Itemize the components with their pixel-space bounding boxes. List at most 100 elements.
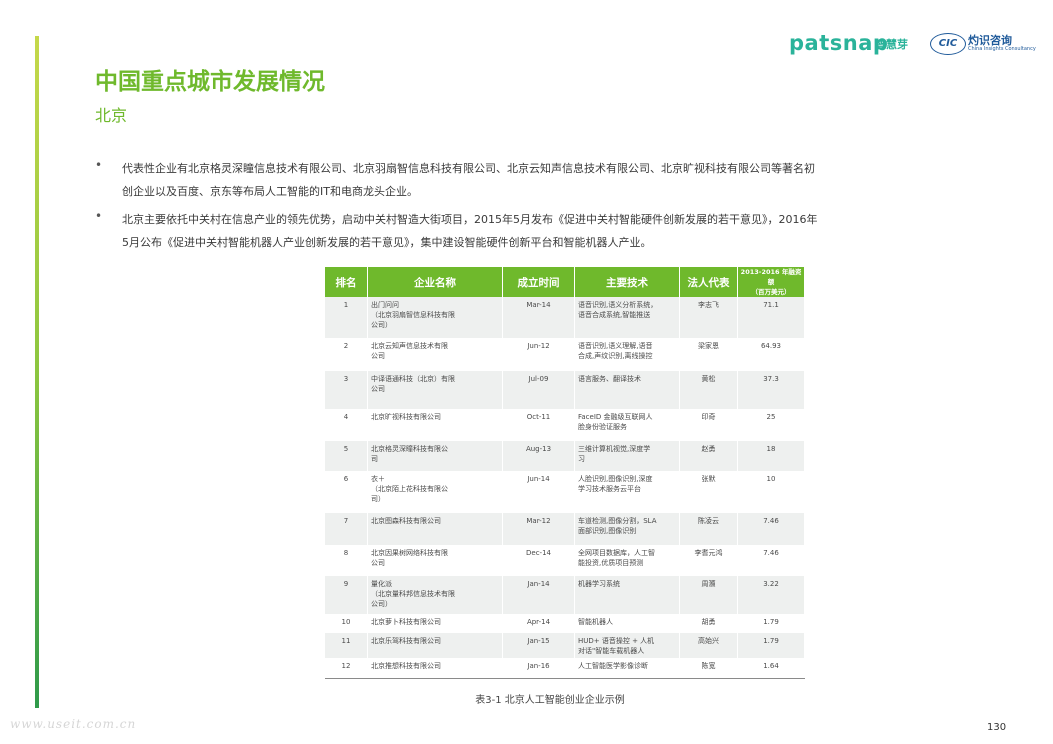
cell-legal-rep: 李耆元鸿 xyxy=(679,545,738,576)
table-row: 1 出门问问 （北京羽扇智信息科技有限 公司） Mar-14 语音识别,语义分析系统， 语音… xyxy=(325,297,805,338)
technology-line: 语言服务、翻译技术 xyxy=(578,375,641,383)
cell-technology: 车道检测,图像分割，SLA 面部识别,图像识别 xyxy=(574,513,680,545)
cell-funding: 7.46 xyxy=(737,545,805,576)
cic-logo: CIC xyxy=(930,33,966,55)
cell-rank: 10 xyxy=(325,614,368,633)
page-title: 中国重点城市发展情况 xyxy=(95,69,325,95)
technology-line: 学习技术服务云平台 xyxy=(578,485,641,493)
cell-technology: 人脸识别,图像识别,深度 学习技术服务云平台 xyxy=(574,471,680,513)
cell-rank: 3 xyxy=(325,371,368,409)
cell-founded: Jun-14 xyxy=(502,471,575,513)
company-name-line: 公司 xyxy=(371,559,385,567)
cell-technology: 三维计算机视觉,深度学习 xyxy=(574,441,680,471)
bullet-item: • 代表性企业有北京格灵深瞳信息技术有限公司、北京羽扇智信息科技有限公司、北京云… xyxy=(95,157,925,203)
cell-legal-rep: 陈宽 xyxy=(679,658,738,679)
cell-technology: HUD+ 语音操控 + 人机 对话"智能车载机器人 xyxy=(574,633,680,658)
bullet-line: 北京主要依托中关村在信息产业的领先优势，启动中关村智造大街项目，2015年5月发… xyxy=(122,213,818,226)
bullet-line: 创企业以及百度、京东等布局人工智能的IT和电商龙头企业。 xyxy=(122,185,418,198)
cell-company-name: 北京因果树网络科技有限 公司 xyxy=(367,545,503,576)
cell-founded: Aug-13 xyxy=(502,441,575,471)
company-name-line: 北京图森科技有限公司 xyxy=(371,517,441,525)
cell-founded: Jan-15 xyxy=(502,633,575,658)
company-name-line: 北京云知声信息技术有限 xyxy=(371,342,448,350)
cell-founded: Jan-16 xyxy=(502,658,575,679)
cell-company-name: 量化派 （北京量科邦信息技术有限 公司） xyxy=(367,576,503,614)
bullet-list: • 代表性企业有北京格灵深瞳信息技术有限公司、北京羽扇智信息科技有限公司、北京云… xyxy=(95,157,925,259)
table-row: 7 北京图森科技有限公司 Mar-12 车道检测,图像分割，SLA 面部识别,图像识别 陈… xyxy=(325,513,805,545)
company-name-line: 北京旷视科技有限公司 xyxy=(371,413,441,421)
cell-founded: Jun-12 xyxy=(502,338,575,371)
table-row: 4 北京旷视科技有限公司 Oct-11 FaceID 金融级互联网人 脸身份验证服务 印奇… xyxy=(325,409,805,441)
technology-line: 智能机器人 xyxy=(578,618,613,626)
company-name-line: 司 xyxy=(371,455,378,463)
technology-line: 习 xyxy=(578,455,585,463)
cell-legal-rep: 高始兴 xyxy=(679,633,738,658)
technology-line: FaceID 金融级互联网人 xyxy=(578,413,653,421)
company-name-line: 公司 xyxy=(371,385,385,393)
watermark: www.useit.com.cn xyxy=(10,717,137,731)
cell-rank: 1 xyxy=(325,297,368,338)
table-row: 9 量化派 （北京量科邦信息技术有限 公司） Jan-14 机器学习系统 周灝 3.22 xyxy=(325,576,805,614)
cell-company-name: 北京萝卜科技有限公司 xyxy=(367,614,503,633)
cell-funding: 1.64 xyxy=(737,658,805,679)
header-date: 成立时间 xyxy=(502,267,575,297)
table-row: 12 北京推想科技有限公司 Jan-16 人工智能医学影像诊断 陈宽 1.64 xyxy=(325,658,805,679)
technology-line: 全网项目数据库，人工智 xyxy=(578,549,655,557)
cic-logo-en: China Insights Consultancy xyxy=(968,46,1036,52)
cell-founded: Mar-14 xyxy=(502,297,575,338)
technology-line: 语音合成系统,智能推送 xyxy=(578,311,651,319)
cell-legal-rep: 赵勇 xyxy=(679,441,738,471)
cell-funding: 71.1 xyxy=(737,297,805,338)
table-row: 3 中译语通科技（北京）有限 公司 Jul-09 语言服务、翻译技术 黄松 37.3 xyxy=(325,371,805,409)
patsnap-logo-cn: 智慧芽 xyxy=(875,38,908,51)
technology-line: 三维计算机视觉,深度学 xyxy=(578,445,651,453)
cell-company-name: 北京云知声信息技术有限 公司 xyxy=(367,338,503,371)
cell-funding: 10 xyxy=(737,471,805,513)
technology-line: 脸身份验证服务 xyxy=(578,423,627,431)
table-row: 6 衣＋ （北京陌上花科技有限公 司） Jun-14 人脸识别,图像识别,深度 学习技术服务… xyxy=(325,471,805,513)
cell-legal-rep: 张默 xyxy=(679,471,738,513)
cell-rank: 4 xyxy=(325,409,368,441)
technology-line: 能投资,优质项目预测 xyxy=(578,559,644,567)
table-row: 2 北京云知声信息技术有限 公司 Jun-12 语音识别,语义理解,语音 合成,声纹识别,… xyxy=(325,338,805,371)
table-row: 10 北京萝卜科技有限公司 Apr-14 智能机器人 胡勇 1.79 xyxy=(325,614,805,633)
company-name-line: 出门问问 xyxy=(371,301,399,309)
cell-company-name: 衣＋ （北京陌上花科技有限公 司） xyxy=(367,471,503,513)
technology-line: 对话"智能车载机器人 xyxy=(578,647,645,655)
cell-legal-rep: 胡勇 xyxy=(679,614,738,633)
cell-rank: 9 xyxy=(325,576,368,614)
technology-line: 面部识别,图像识别 xyxy=(578,527,637,535)
cell-founded: Dec-14 xyxy=(502,545,575,576)
technology-line: 人脸识别,图像识别,深度 xyxy=(578,475,653,483)
table-body: 1 出门问问 （北京羽扇智信息科技有限 公司） Mar-14 语音识别,语义分析系统， 语音… xyxy=(325,297,805,679)
cell-legal-rep: 李志飞 xyxy=(679,297,738,338)
table-row: 11 北京乐驾科技有限公司 Jan-15 HUD+ 语音操控 + 人机 对话"智能车载机… xyxy=(325,633,805,658)
technology-line: 车道检测,图像分割，SLA xyxy=(578,517,657,525)
patsnap-logo: patsnap xyxy=(789,31,889,55)
cell-rank: 6 xyxy=(325,471,368,513)
cell-founded: Mar-12 xyxy=(502,513,575,545)
bullet-dot: • xyxy=(95,209,103,223)
table-header-row: 排名 企业名称 成立时间 主要技术 法人代表 2013-2016 年融资额 （百… xyxy=(325,267,805,297)
company-name-line: （北京量科邦信息技术有限 xyxy=(371,590,455,598)
cell-funding: 25 xyxy=(737,409,805,441)
cell-funding: 1.79 xyxy=(737,633,805,658)
startup-table: 排名 企业名称 成立时间 主要技术 法人代表 2013-2016 年融资额 （百… xyxy=(325,267,805,679)
technology-line: 语音识别,语义分析系统， xyxy=(578,301,658,309)
cell-company-name: 北京图森科技有限公司 xyxy=(367,513,503,545)
cell-funding: 1.79 xyxy=(737,614,805,633)
technology-line: HUD+ 语音操控 + 人机 xyxy=(578,637,655,645)
cell-funding: 37.3 xyxy=(737,371,805,409)
cell-rank: 11 xyxy=(325,633,368,658)
cell-founded: Oct-11 xyxy=(502,409,575,441)
cell-company-name: 北京乐驾科技有限公司 xyxy=(367,633,503,658)
cell-company-name: 北京推想科技有限公司 xyxy=(367,658,503,679)
cell-technology: FaceID 金融级互联网人 脸身份验证服务 xyxy=(574,409,680,441)
company-name-line: （北京陌上花科技有限公 xyxy=(371,485,448,493)
company-name-line: （北京羽扇智信息科技有限 xyxy=(371,311,455,319)
cell-funding: 64.93 xyxy=(737,338,805,371)
company-name-line: 北京萝卜科技有限公司 xyxy=(371,618,441,626)
header-name: 企业名称 xyxy=(367,267,503,297)
company-name-line: 衣＋ xyxy=(371,475,385,483)
table-row: 5 北京格灵深瞳科技有限公司 Aug-13 三维计算机视觉,深度学习赵勇 18 xyxy=(325,441,805,471)
